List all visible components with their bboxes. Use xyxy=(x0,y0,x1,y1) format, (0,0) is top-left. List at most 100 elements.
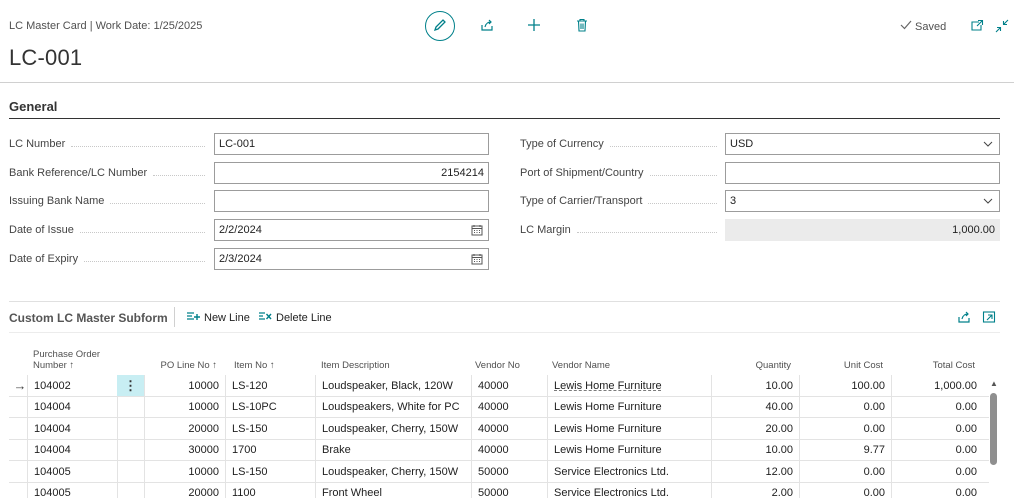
cell-vendor-name[interactable]: Lewis Home Furniture xyxy=(547,439,711,461)
column-header-item-description[interactable]: Item Description xyxy=(321,343,461,375)
cell-item-description[interactable]: Loudspeaker, Black, 120W xyxy=(315,375,471,396)
cell-po-number[interactable]: 104005 xyxy=(27,461,117,482)
cell-total-cost[interactable]: 0.00 xyxy=(891,396,983,418)
column-header-po-line-no[interactable]: PO Line No ↑ xyxy=(143,343,223,375)
scroll-up-icon[interactable]: ▲ xyxy=(988,378,1000,388)
cell-vendor-no[interactable]: 50000 xyxy=(471,482,547,498)
cell-vendor-name[interactable]: Lewis Home Furniture xyxy=(547,375,711,396)
cell-quantity[interactable]: 40.00 xyxy=(711,396,799,418)
cell-unit-cost[interactable]: 100.00 xyxy=(799,375,891,396)
column-header-vendor-no[interactable]: Vendor No xyxy=(475,343,545,375)
column-header-quantity[interactable]: Quantity xyxy=(711,343,795,375)
new-line-button[interactable]: New Line xyxy=(186,309,250,327)
edit-button[interactable] xyxy=(425,11,455,41)
column-header-unit-cost[interactable]: Unit Cost xyxy=(807,343,889,375)
cell-po-number[interactable]: 104004 xyxy=(27,439,117,461)
cell-po-line-no[interactable]: 20000 xyxy=(144,418,225,439)
cell-po-line-no[interactable]: 30000 xyxy=(144,439,225,461)
cell-total-cost[interactable]: 1,000.00 xyxy=(891,375,983,396)
cell-item-no[interactable]: LS-150 xyxy=(225,418,315,439)
cell-total-cost[interactable]: 0.00 xyxy=(891,461,983,482)
cell-po-number[interactable]: 104004 xyxy=(27,418,117,439)
cell-vendor-no[interactable]: 40000 xyxy=(471,439,547,461)
new-button[interactable] xyxy=(525,17,543,35)
cell-quantity[interactable]: 10.00 xyxy=(711,375,799,396)
cell-item-description[interactable]: Loudspeaker, Cherry, 150W xyxy=(315,461,471,482)
table-row[interactable]: → 104002 ⋮ 10000 LS-120 Loudspeaker, Bla… xyxy=(9,375,989,397)
cell-item-description[interactable]: Brake xyxy=(315,439,471,461)
date-of-issue-field[interactable]: 2/2/2024 xyxy=(214,219,489,241)
calendar-icon[interactable] xyxy=(470,223,484,237)
cell-row-menu[interactable] xyxy=(117,461,144,482)
subform-expand-button[interactable] xyxy=(980,309,998,327)
table-row[interactable]: 104005 10000 LS-150 Loudspeaker, Cherry,… xyxy=(9,461,989,483)
cell-vendor-name[interactable]: Lewis Home Furniture xyxy=(547,396,711,418)
cell-po-line-no[interactable]: 10000 xyxy=(144,396,225,418)
cell-vendor-name[interactable]: Lewis Home Furniture xyxy=(547,418,711,439)
row-actions-icon[interactable]: ⋮ xyxy=(117,375,144,396)
cell-po-number[interactable]: 104005 xyxy=(27,482,117,498)
cell-unit-cost[interactable]: 0.00 xyxy=(799,482,891,498)
cell-vendor-name[interactable]: Service Electronics Ltd. xyxy=(547,482,711,498)
cell-item-no[interactable]: LS-120 xyxy=(225,375,315,396)
cell-row-menu[interactable] xyxy=(117,396,144,418)
cell-item-description[interactable]: Loudspeakers, White for PC xyxy=(315,396,471,418)
delete-icon xyxy=(575,18,589,35)
column-header-vendor-name[interactable]: Vendor Name xyxy=(552,343,702,375)
cell-row-menu[interactable] xyxy=(117,482,144,498)
cell-unit-cost[interactable]: 0.00 xyxy=(799,418,891,439)
issuing-bank-field[interactable] xyxy=(214,190,489,212)
cell-total-cost[interactable]: 0.00 xyxy=(891,439,983,461)
cell-po-line-no[interactable]: 20000 xyxy=(144,482,225,498)
open-new-window-button[interactable] xyxy=(968,18,986,36)
cell-vendor-no[interactable]: 40000 xyxy=(471,418,547,439)
port-of-shipment-field[interactable] xyxy=(725,162,1000,184)
calendar-icon[interactable] xyxy=(470,252,484,266)
cell-po-number[interactable]: 104004 xyxy=(27,396,117,418)
cell-item-no[interactable]: 1100 xyxy=(225,482,315,498)
cell-item-no[interactable]: LS-10PC xyxy=(225,396,315,418)
date-of-expiry-field[interactable]: 2/3/2024 xyxy=(214,248,489,270)
column-header-item-no[interactable]: Item No ↑ xyxy=(234,343,314,375)
cell-row-menu[interactable] xyxy=(117,418,144,439)
bank-reference-field[interactable]: 2154214 xyxy=(214,162,489,184)
cell-quantity[interactable]: 2.00 xyxy=(711,482,799,498)
cell-po-number[interactable]: 104002 xyxy=(27,375,117,396)
delete-button[interactable] xyxy=(573,17,591,35)
cell-item-no[interactable]: LS-150 xyxy=(225,461,315,482)
column-header-po-number[interactable]: Purchase Order Number ↑ xyxy=(33,343,123,375)
cell-item-no[interactable]: 1700 xyxy=(225,439,315,461)
currency-select[interactable]: USD xyxy=(725,133,1000,155)
cell-vendor-no[interactable]: 50000 xyxy=(471,461,547,482)
cell-unit-cost[interactable]: 9.77 xyxy=(799,439,891,461)
cell-total-cost[interactable]: 0.00 xyxy=(891,418,983,439)
section-title-general[interactable]: General xyxy=(9,99,57,114)
cell-unit-cost[interactable]: 0.00 xyxy=(799,461,891,482)
cell-vendor-name[interactable]: Service Electronics Ltd. xyxy=(547,461,711,482)
scrollbar-thumb[interactable] xyxy=(990,393,997,465)
subform-title[interactable]: Custom LC Master Subform xyxy=(9,311,168,325)
cell-item-description[interactable]: Loudspeaker, Cherry, 150W xyxy=(315,418,471,439)
cell-vendor-no[interactable]: 40000 xyxy=(471,396,547,418)
cell-quantity[interactable]: 20.00 xyxy=(711,418,799,439)
cell-po-line-no[interactable]: 10000 xyxy=(144,375,225,396)
table-row[interactable]: 104005 20000 1100 Front Wheel 50000 Serv… xyxy=(9,482,989,498)
carrier-transport-select[interactable]: 3 xyxy=(725,190,1000,212)
cell-quantity[interactable]: 12.00 xyxy=(711,461,799,482)
table-row[interactable]: 104004 30000 1700 Brake 40000 Lewis Home… xyxy=(9,439,989,461)
cell-item-description[interactable]: Front Wheel xyxy=(315,482,471,498)
lc-number-field[interactable]: LC-001 xyxy=(214,133,489,155)
share-button[interactable] xyxy=(478,17,496,35)
cell-row-menu[interactable] xyxy=(117,439,144,461)
cell-total-cost[interactable]: 0.00 xyxy=(891,482,983,498)
subform-share-button[interactable] xyxy=(955,309,973,327)
table-row[interactable]: 104004 20000 LS-150 Loudspeaker, Cherry,… xyxy=(9,418,989,440)
cell-po-line-no[interactable]: 10000 xyxy=(144,461,225,482)
delete-line-button[interactable]: Delete Line xyxy=(258,309,332,327)
cell-vendor-no[interactable]: 40000 xyxy=(471,375,547,396)
cell-unit-cost[interactable]: 0.00 xyxy=(799,396,891,418)
cell-quantity[interactable]: 10.00 xyxy=(711,439,799,461)
collapse-button[interactable] xyxy=(993,18,1011,36)
table-row[interactable]: 104004 10000 LS-10PC Loudspeakers, White… xyxy=(9,396,989,418)
column-header-total-cost[interactable]: Total Cost xyxy=(895,343,981,375)
